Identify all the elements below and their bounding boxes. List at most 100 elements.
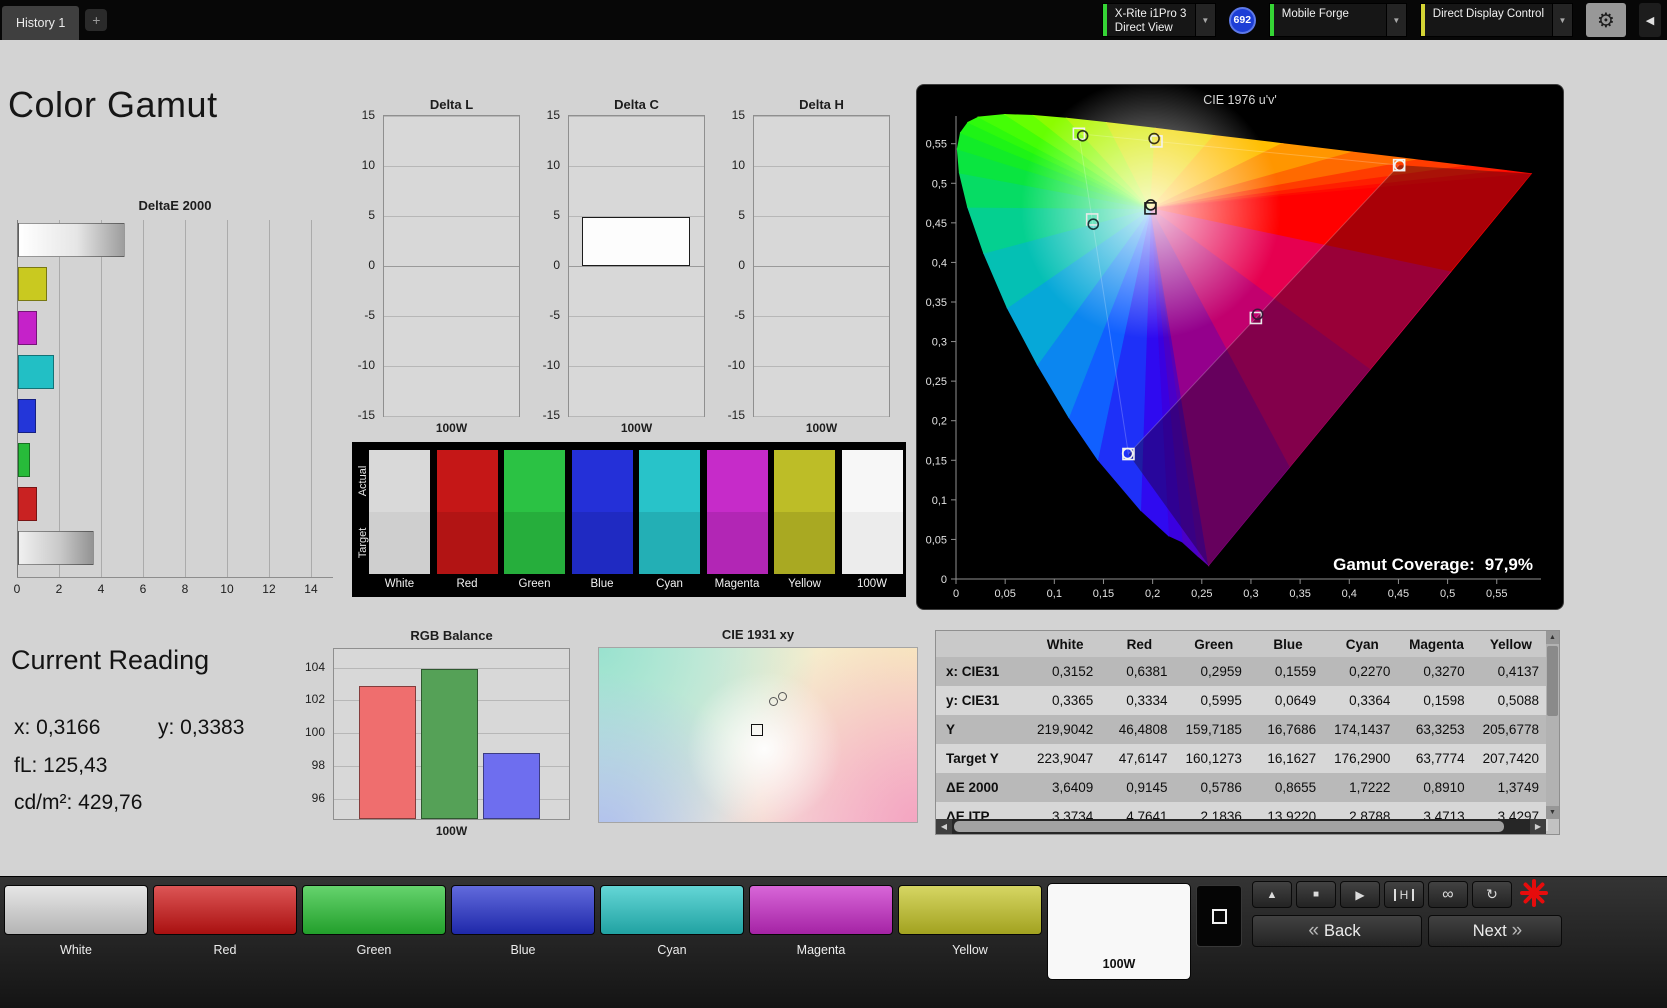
table-cell: 1,7222 xyxy=(1349,780,1391,795)
history-tab[interactable]: History 1 xyxy=(2,6,80,40)
scroll-up-icon: ▲ xyxy=(1549,634,1556,641)
tick-label: 15 xyxy=(731,108,745,122)
current-reading-luminance: cd/m²: 429,76 xyxy=(14,791,143,814)
gridline xyxy=(754,216,889,217)
add-tab-button[interactable]: + xyxy=(85,9,108,31)
delta-c-title: Delta C xyxy=(614,97,659,112)
table-cell: 0,4137 xyxy=(1497,664,1539,679)
gridline xyxy=(569,366,704,367)
pattern-button-yellow[interactable]: Yellow xyxy=(898,885,1042,957)
play-button[interactable]: ▶ xyxy=(1340,881,1380,908)
settings-button[interactable]: ⚙ xyxy=(1586,3,1626,37)
gamut-coverage-value: 97,9% xyxy=(1484,555,1533,574)
tick-label: 0,3 xyxy=(932,337,947,349)
gridline xyxy=(184,220,186,577)
display-control-dropdown[interactable]: Direct Display Control ▼ xyxy=(1419,3,1573,37)
tick-label: -10 xyxy=(542,358,560,372)
tick-label: 15 xyxy=(361,108,375,122)
meter-name: X-Rite i1Pro 3 Direct View xyxy=(1107,4,1195,36)
gridline xyxy=(569,166,704,167)
chevron-down-icon[interactable]: ▼ xyxy=(1385,4,1406,36)
back-button[interactable]: « Back xyxy=(1252,915,1422,947)
swatch-target-blue xyxy=(571,512,633,574)
tick-label: 6 xyxy=(139,582,147,596)
cie1976-title: CIE 1976 u'v' xyxy=(1203,93,1277,107)
calman-window: History 1 + X-Rite i1Pro 3 Direct View ▼… xyxy=(0,0,1667,1008)
gridline xyxy=(384,166,519,167)
chevron-down-icon[interactable]: ▼ xyxy=(1552,4,1572,36)
table-row: x: CIE31 0,3152 0,6381 0,2959 0,1559 0,2270 0,… xyxy=(936,657,1548,686)
collapse-panel-button[interactable]: ◀ xyxy=(1639,3,1661,37)
scroll-right-button[interactable]: ▶ xyxy=(1530,819,1546,834)
swatch-target-white xyxy=(369,512,430,574)
tick-label: -5 xyxy=(734,308,745,322)
cie1931-panel xyxy=(598,647,918,823)
pattern-button-red[interactable]: Red xyxy=(153,885,297,957)
horizontal-scroll-thumb[interactable] xyxy=(954,821,1504,832)
scroll-down-button[interactable]: ▼ xyxy=(1546,806,1559,819)
vertical-scroll-thumb[interactable] xyxy=(1547,646,1558,716)
target-row-label: Target xyxy=(357,527,369,559)
table-cell: 16,7686 xyxy=(1267,722,1317,737)
delta-l-yaxis: 15 10 5 0 -5 -10 -15 xyxy=(347,108,379,422)
pause-h-button[interactable]: H xyxy=(1384,881,1424,908)
back-chevrons-icon: « xyxy=(1308,920,1319,941)
pattern-button-blue[interactable]: Blue xyxy=(451,885,595,957)
pattern-button-100w[interactable]: 100W xyxy=(1047,883,1191,980)
table-cell: 219,9042 xyxy=(1036,722,1094,737)
table-cell: 0,8910 xyxy=(1423,780,1465,795)
table-row: ΔE 2000 3,6409 0,9145 0,5786 0,8655 1,7222 0,8… xyxy=(936,773,1548,802)
tick-label: 0,2 xyxy=(1145,588,1160,600)
tick-label: 12 xyxy=(262,582,276,596)
table-cell: 3,6409 xyxy=(1051,780,1094,795)
tick-label: 0 xyxy=(553,258,560,272)
tick-label: 0,05 xyxy=(994,588,1015,600)
table-vertical-scrollbar[interactable]: ▲ ▼ xyxy=(1546,631,1559,819)
scroll-right-icon: ▶ xyxy=(1534,822,1542,831)
swatch-actual-100w xyxy=(841,450,903,512)
table-cell: 0,5088 xyxy=(1497,693,1539,708)
pattern-button-magenta[interactable]: Magenta xyxy=(749,885,893,957)
scroll-up-button[interactable]: ▲ xyxy=(1546,631,1559,644)
chevron-down-icon[interactable]: ▼ xyxy=(1194,4,1215,36)
source-dropdown[interactable]: Mobile Forge ▼ xyxy=(1268,3,1407,37)
repeat-button[interactable]: ↻ xyxy=(1472,881,1512,908)
tick-label: -15 xyxy=(357,408,375,422)
infinity-icon: ∞ xyxy=(1442,885,1454,903)
gamut-data-table: White Red Green Blue Cyan Magenta Yellow x: CIE… xyxy=(935,630,1560,835)
pattern-button-green[interactable]: Green xyxy=(302,885,446,957)
white-target-marker xyxy=(750,723,763,736)
gridline xyxy=(754,166,889,167)
tick-label: 96 xyxy=(311,790,325,805)
table-horizontal-scrollbar[interactable]: ◀ ▶ xyxy=(936,819,1546,834)
table-cell: 0,6381 xyxy=(1126,664,1168,679)
table-row: Target Y 223,9047 47,6147 160,1273 16,1627 17… xyxy=(936,744,1548,773)
table-row: y: CIE31 0,3365 0,3334 0,5995 0,0649 0,3364 0,… xyxy=(936,686,1548,715)
row-label: Y xyxy=(946,722,956,737)
pattern-label: Green xyxy=(356,943,392,957)
pattern-label: Blue xyxy=(510,943,536,957)
gridline xyxy=(754,266,889,267)
pattern-button-cyan[interactable]: Cyan xyxy=(600,885,744,957)
black-pattern-button[interactable] xyxy=(1196,885,1242,947)
swatch-target-green xyxy=(504,512,565,574)
meter-line1: X-Rite i1Pro 3 xyxy=(1114,8,1187,20)
next-button[interactable]: Next » xyxy=(1428,915,1562,947)
blue-swatch xyxy=(451,885,595,935)
gridline xyxy=(754,116,889,117)
column-header-cyan: Cyan xyxy=(1345,636,1379,652)
pattern-button-white[interactable]: White xyxy=(4,885,148,957)
tick-label: 15 xyxy=(546,108,560,122)
tick-label: 0,55 xyxy=(1486,588,1507,600)
up-button[interactable]: ▲ xyxy=(1252,881,1292,908)
table-cell: 0,3364 xyxy=(1349,693,1391,708)
meter-dropdown[interactable]: X-Rite i1Pro 3 Direct View ▼ xyxy=(1101,3,1216,37)
pattern-label: 100W xyxy=(1102,957,1136,971)
page-title: Color Gamut xyxy=(8,84,218,125)
scroll-left-button[interactable]: ◀ xyxy=(936,819,952,834)
continuous-button[interactable]: ∞ xyxy=(1428,881,1468,908)
stop-button[interactable]: ■ xyxy=(1296,881,1336,908)
swatch-strip: Actual Target White Red Green Blue Cyan Magen… xyxy=(352,442,906,597)
tick-label: 4 xyxy=(97,582,105,596)
swatch-actual-blue xyxy=(571,450,633,512)
